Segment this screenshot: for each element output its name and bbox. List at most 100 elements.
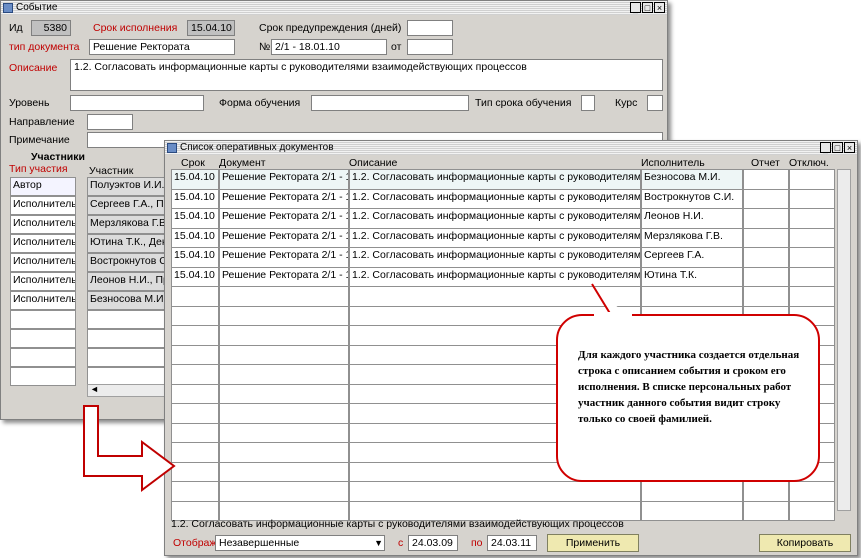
participant-name-cell[interactable]: Леонов Н.И., Пр... [87, 272, 167, 291]
participant-type-cell[interactable] [10, 367, 76, 386]
number-field[interactable]: 2/1 - 18.01.10 [271, 39, 387, 55]
table-cell[interactable] [219, 403, 349, 424]
table-cell[interactable] [743, 188, 789, 209]
participant-name-cell[interactable]: Вострокнутов С... [87, 253, 167, 272]
table-cell[interactable] [641, 481, 743, 502]
table-cell[interactable]: Сергеев Г.А. [641, 247, 743, 268]
column-header[interactable]: Срок [181, 157, 205, 169]
table-cell[interactable] [219, 286, 349, 307]
table-cell[interactable] [171, 383, 219, 404]
participant-type-cell[interactable]: Исполнитель [10, 272, 76, 291]
table-cell[interactable]: Решение Ректората 2/1 - 1 [219, 188, 349, 209]
table-cell[interactable]: 1.2. Согласовать информационные карты с … [349, 208, 641, 229]
id-field[interactable]: 5380 [31, 20, 71, 36]
minimize-icon[interactable]: _ [630, 2, 641, 13]
table-cell[interactable]: 1.2. Согласовать информационные карты с … [349, 247, 641, 268]
table-cell[interactable] [219, 364, 349, 385]
table-cell[interactable]: Решение Ректората 2/1 - 1 [219, 227, 349, 248]
participant-name-cell[interactable] [87, 329, 167, 348]
table-cell[interactable] [171, 286, 219, 307]
direction-field[interactable] [87, 114, 133, 130]
participant-type-cell[interactable]: Исполнитель [10, 196, 76, 215]
table-cell[interactable]: Решение Ректората 2/1 - 1 [219, 169, 349, 190]
table-cell[interactable] [171, 325, 219, 346]
table-cell[interactable] [743, 286, 789, 307]
participant-name-cell[interactable]: Полуэктов И.И., ... [87, 177, 167, 196]
participant-type-cell[interactable] [10, 348, 76, 367]
table-cell[interactable] [789, 208, 835, 229]
table-cell[interactable]: 1.2. Согласовать информационные карты с … [349, 188, 641, 209]
copy-button[interactable]: Копировать [759, 534, 851, 552]
table-cell[interactable] [743, 266, 789, 287]
table-cell[interactable] [219, 481, 349, 502]
table-cell[interactable] [349, 481, 641, 502]
date-to-field[interactable]: 24.03.11 [487, 535, 537, 551]
date-from-field[interactable]: 24.03.09 [408, 535, 458, 551]
table-cell[interactable] [743, 169, 789, 190]
participant-name-cell[interactable]: Ютина Т.К., Дек... [87, 234, 167, 253]
table-cell[interactable] [789, 247, 835, 268]
study-term-field[interactable] [581, 95, 595, 111]
filter-select[interactable]: Незавершенные ▼ [215, 535, 385, 551]
table-cell[interactable]: 1.2. Согласовать информационные карты с … [349, 169, 641, 190]
table-cell[interactable] [219, 461, 349, 482]
column-header[interactable]: Документ [219, 157, 266, 169]
table-cell[interactable] [219, 325, 349, 346]
table-cell[interactable] [219, 383, 349, 404]
table-cell[interactable] [219, 442, 349, 463]
maximize-icon[interactable]: □ [832, 142, 843, 153]
table-cell[interactable] [171, 344, 219, 365]
participant-type-cell[interactable]: Исполнитель [10, 234, 76, 253]
scroll-left-icon[interactable]: ◄ [90, 384, 99, 394]
table-cell[interactable] [789, 481, 835, 502]
table-cell[interactable] [219, 344, 349, 365]
table-cell[interactable]: Решение Ректората 2/1 - 1 [219, 247, 349, 268]
table-cell[interactable] [743, 247, 789, 268]
table-cell[interactable] [789, 227, 835, 248]
table-cell[interactable]: 1.2. Согласовать информационные карты с … [349, 227, 641, 248]
table-cell[interactable]: Леонов Н.И. [641, 208, 743, 229]
table-cell[interactable]: 15.04.10 [171, 266, 219, 287]
table-cell[interactable] [219, 422, 349, 443]
table-cell[interactable] [789, 169, 835, 190]
description-field[interactable]: 1.2. Согласовать информационные карты с … [70, 59, 663, 91]
close-icon[interactable]: × [844, 142, 855, 153]
participant-type-cell[interactable]: Исполнитель [10, 253, 76, 272]
column-header[interactable]: Исполнитель [641, 157, 705, 169]
table-cell[interactable] [219, 305, 349, 326]
participant-name-cell[interactable] [87, 348, 167, 367]
docs-scrollbar[interactable] [837, 169, 851, 511]
table-cell[interactable]: Вострокнутов С.И. [641, 188, 743, 209]
participant-type-cell[interactable] [10, 310, 76, 329]
participants-scrollbar[interactable]: ◄ [87, 384, 167, 397]
column-header[interactable]: Отключ. [789, 157, 829, 169]
table-cell[interactable]: 15.04.10 [171, 227, 219, 248]
participant-name-cell[interactable]: Мерзлякова Г.В... [87, 215, 167, 234]
warning-field[interactable] [407, 20, 453, 36]
table-cell[interactable] [171, 305, 219, 326]
level-field[interactable] [70, 95, 204, 111]
table-cell[interactable] [641, 286, 743, 307]
course-field[interactable] [647, 95, 663, 111]
table-cell[interactable]: Мерзлякова Г.В. [641, 227, 743, 248]
from-date-field[interactable] [407, 39, 453, 55]
table-cell[interactable] [743, 227, 789, 248]
participant-type-cell[interactable]: Автор [10, 177, 76, 196]
doctype-field[interactable]: Решение Ректората [89, 39, 235, 55]
apply-button[interactable]: Применить [547, 534, 639, 552]
table-cell[interactable]: Ютина Т.К. [641, 266, 743, 287]
table-cell[interactable] [743, 481, 789, 502]
maximize-icon[interactable]: □ [642, 2, 653, 13]
table-cell[interactable]: Решение Ректората 2/1 - 1 [219, 208, 349, 229]
docs-window-titlebar[interactable]: Список оперативных документов _ □ × [165, 141, 857, 155]
table-cell[interactable]: Решение Ректората 2/1 - 1 [219, 266, 349, 287]
column-header[interactable]: Отчет [751, 157, 780, 169]
chevron-down-icon[interactable]: ▼ [374, 536, 383, 550]
participant-type-cell[interactable] [10, 329, 76, 348]
table-cell[interactable] [789, 188, 835, 209]
table-cell[interactable]: Безносова М.И. [641, 169, 743, 190]
column-header[interactable]: Описание [349, 157, 397, 169]
event-window-titlebar[interactable]: Событие _ □ × [1, 1, 667, 15]
table-cell[interactable]: 15.04.10 [171, 247, 219, 268]
table-cell[interactable] [171, 364, 219, 385]
